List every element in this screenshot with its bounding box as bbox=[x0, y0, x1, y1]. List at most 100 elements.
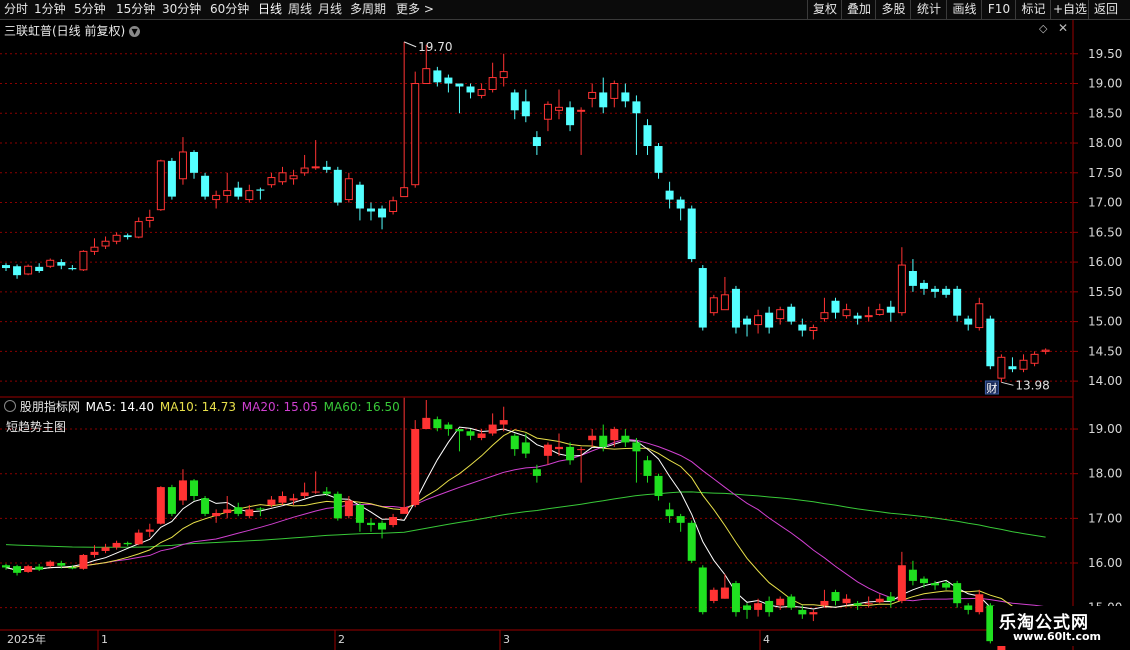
top-candle-body[interactable] bbox=[566, 107, 575, 126]
top-candle-body[interactable] bbox=[444, 77, 453, 84]
bottom-candle-body[interactable] bbox=[156, 487, 165, 524]
bottom-candle-body[interactable] bbox=[842, 598, 851, 604]
top-candle-body[interactable] bbox=[477, 88, 486, 96]
bottom-candle-body[interactable] bbox=[953, 583, 962, 604]
bottom-candle-body[interactable] bbox=[35, 566, 44, 570]
top-candle-body[interactable] bbox=[798, 324, 807, 331]
top-candle-body[interactable] bbox=[46, 259, 55, 267]
top-candle-body[interactable] bbox=[665, 190, 674, 200]
top-candle-body[interactable] bbox=[256, 189, 265, 191]
toolbar-button-2[interactable]: 多股 bbox=[875, 0, 911, 19]
bottom-candle-body[interactable] bbox=[776, 598, 785, 606]
bottom-candle-body[interactable] bbox=[112, 542, 121, 548]
top-candle-body[interactable] bbox=[278, 172, 287, 183]
top-candle-body[interactable] bbox=[643, 125, 652, 147]
top-candle-body[interactable] bbox=[886, 306, 895, 313]
top-candle-body[interactable] bbox=[632, 101, 641, 114]
top-candle-body[interactable] bbox=[201, 175, 210, 197]
top-candle-body[interactable] bbox=[57, 262, 66, 266]
top-candle-body[interactable] bbox=[731, 288, 740, 328]
bottom-candle-body[interactable] bbox=[123, 542, 132, 545]
bottom-candle-body[interactable] bbox=[521, 442, 530, 454]
bottom-candle-body[interactable] bbox=[79, 554, 88, 569]
top-candle-body[interactable] bbox=[333, 169, 342, 203]
bottom-candle-body[interactable] bbox=[289, 498, 298, 501]
bottom-candle-body[interactable] bbox=[333, 493, 342, 519]
top-candle-body[interactable] bbox=[953, 288, 962, 316]
bottom-candle-body[interactable] bbox=[676, 516, 685, 523]
top-candle-body[interactable] bbox=[787, 306, 796, 322]
top-candle-body[interactable] bbox=[300, 167, 309, 174]
bottom-candle-body[interactable] bbox=[820, 600, 829, 606]
bottom-candle-body[interactable] bbox=[610, 429, 619, 441]
bottom-candle-body[interactable] bbox=[765, 600, 774, 613]
bottom-candle-body[interactable] bbox=[355, 504, 364, 523]
bottom-candle-body[interactable] bbox=[875, 598, 884, 603]
bottom-candle-body[interactable] bbox=[300, 492, 309, 497]
top-candle-body[interactable] bbox=[809, 327, 818, 332]
top-candle-body[interactable] bbox=[178, 151, 187, 180]
top-candle-body[interactable] bbox=[687, 208, 696, 260]
bottom-candle-body[interactable] bbox=[212, 512, 221, 517]
top-candle-body[interactable] bbox=[975, 303, 984, 329]
period-tab-7[interactable]: 周线 bbox=[288, 0, 312, 19]
top-candle-body[interactable] bbox=[2, 265, 10, 269]
bottom-candle-body[interactable] bbox=[13, 566, 22, 573]
period-tab-3[interactable]: 15分钟 bbox=[116, 0, 155, 19]
top-candle-body[interactable] bbox=[79, 250, 88, 271]
top-candle-body[interactable] bbox=[1030, 353, 1039, 364]
bottom-candle-body[interactable] bbox=[101, 547, 110, 551]
top-candle-body[interactable] bbox=[167, 160, 176, 197]
period-tab-10[interactable]: 更多 > bbox=[396, 0, 434, 19]
bottom-candle-body[interactable] bbox=[709, 589, 718, 601]
bottom-candle-body[interactable] bbox=[809, 612, 818, 615]
top-candle-body[interactable] bbox=[654, 146, 663, 173]
bottom-candle-body[interactable] bbox=[344, 500, 353, 517]
top-candle-body[interactable] bbox=[931, 288, 940, 292]
bottom-candle-body[interactable] bbox=[532, 469, 541, 476]
bottom-candle-body[interactable] bbox=[798, 609, 807, 615]
top-candle-body[interactable] bbox=[234, 187, 243, 197]
bottom-candle-body[interactable] bbox=[621, 435, 630, 443]
bottom-candle-body[interactable] bbox=[731, 583, 740, 613]
bottom-candle-body[interactable] bbox=[975, 594, 984, 613]
top-candle-body[interactable] bbox=[190, 151, 199, 173]
top-candle-body[interactable] bbox=[289, 175, 298, 180]
top-candle-body[interactable] bbox=[1041, 349, 1050, 352]
top-candle-body[interactable] bbox=[1019, 359, 1028, 370]
top-candle-body[interactable] bbox=[466, 86, 475, 93]
bottom-candle-body[interactable] bbox=[134, 532, 143, 545]
bottom-candle-body[interactable] bbox=[422, 417, 431, 430]
finance-badge[interactable]: 财 bbox=[986, 381, 997, 395]
top-candle-body[interactable] bbox=[90, 246, 99, 252]
top-candle-body[interactable] bbox=[853, 315, 862, 319]
bottom-candle-body[interactable] bbox=[510, 435, 519, 450]
bottom-candle-body[interactable] bbox=[853, 603, 862, 606]
bottom-candle-body[interactable] bbox=[743, 605, 752, 610]
bottom-candle-body[interactable] bbox=[964, 605, 973, 610]
top-candle-body[interactable] bbox=[101, 240, 110, 247]
bottom-candle-body[interactable] bbox=[864, 603, 873, 605]
bottom-candle-body[interactable] bbox=[433, 419, 442, 429]
period-tab-5[interactable]: 60分钟 bbox=[210, 0, 249, 19]
bottom-candle-body[interactable] bbox=[466, 431, 475, 436]
bottom-candle-body[interactable] bbox=[632, 442, 641, 452]
bottom-candle-body[interactable] bbox=[897, 565, 906, 601]
bottom-candle-body[interactable] bbox=[190, 480, 199, 497]
top-candle-body[interactable] bbox=[378, 208, 387, 218]
top-candle-body[interactable] bbox=[610, 83, 619, 99]
bottom-candle-body[interactable] bbox=[46, 561, 55, 567]
close-icon[interactable]: ✕ bbox=[1058, 21, 1068, 35]
top-candle-body[interactable] bbox=[820, 312, 829, 320]
bottom-candle-body[interactable] bbox=[499, 420, 508, 425]
top-candle-body[interactable] bbox=[588, 91, 597, 99]
bottom-candle-body[interactable] bbox=[599, 435, 608, 447]
top-candle-body[interactable] bbox=[13, 266, 22, 276]
bottom-candle-body[interactable] bbox=[477, 433, 486, 438]
top-candle-body[interactable] bbox=[897, 264, 906, 314]
top-candle-body[interactable] bbox=[344, 178, 353, 201]
bottom-candle-body[interactable] bbox=[322, 491, 331, 494]
toolbar-button-7[interactable]: +自选 bbox=[1050, 0, 1089, 19]
top-candle-body[interactable] bbox=[997, 356, 1006, 379]
top-candle-body[interactable] bbox=[543, 103, 552, 120]
